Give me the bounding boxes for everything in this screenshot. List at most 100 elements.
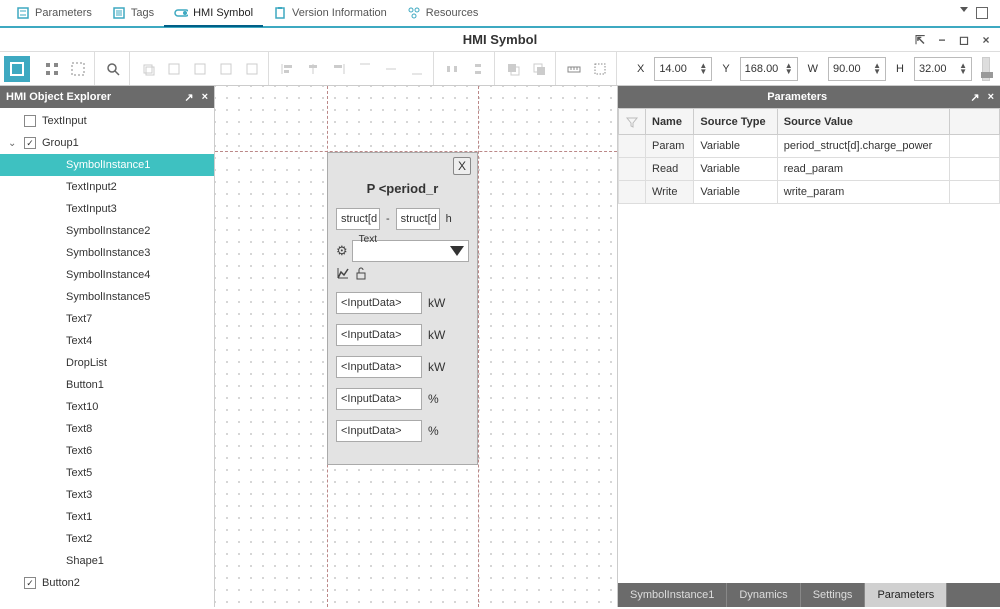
input-data-field[interactable]: <InputData> xyxy=(336,420,422,442)
tree-item[interactable]: SymbolInstance3 xyxy=(0,242,214,264)
tree-item[interactable]: Button2 xyxy=(0,572,214,594)
duplicate-icon[interactable] xyxy=(242,59,262,79)
x-down-icon[interactable]: ▼ xyxy=(699,69,707,75)
cut-icon[interactable] xyxy=(190,59,210,79)
ruler-icon[interactable] xyxy=(564,59,584,79)
col-source-value[interactable]: Source Value xyxy=(777,109,949,135)
popout-icon[interactable]: ↗ xyxy=(184,91,193,104)
w-input[interactable]: 90.00▲▼ xyxy=(828,57,886,81)
distribute-v-icon[interactable] xyxy=(468,59,488,79)
dropdown-icon[interactable] xyxy=(960,7,968,12)
popout-icon[interactable]: ↗ xyxy=(970,91,979,104)
tree-item[interactable]: DropList xyxy=(0,352,214,374)
unlock-icon[interactable] xyxy=(354,266,368,280)
bottom-tab-dynamics[interactable]: Dynamics xyxy=(727,583,800,607)
input-data-field[interactable]: <InputData> xyxy=(336,324,422,346)
tab-parameters[interactable]: Parameters xyxy=(6,0,102,26)
bottom-tab-parameters[interactable]: Parameters xyxy=(865,583,947,607)
symbol-preview[interactable]: X P <period_r struct[d - struct[d h ⚙ Te… xyxy=(327,152,478,465)
time-from-input[interactable]: struct[d xyxy=(336,208,380,230)
tree-item[interactable]: Text3 xyxy=(0,484,214,506)
input-data-field[interactable]: <InputData> xyxy=(336,356,422,378)
symbol-close-button[interactable]: X xyxy=(453,157,471,175)
y-down-icon[interactable]: ▼ xyxy=(785,69,793,75)
h-input[interactable]: 32.00▲▼ xyxy=(914,57,972,81)
tab-resources[interactable]: Resources xyxy=(397,0,489,26)
h-down-icon[interactable]: ▼ xyxy=(959,69,967,75)
tree-item[interactable]: SymbolInstance1 xyxy=(0,154,214,176)
checkbox[interactable] xyxy=(24,577,36,589)
x-input[interactable]: 14.00▲▼ xyxy=(654,57,712,81)
window-icon[interactable] xyxy=(976,7,988,19)
tree-item[interactable]: Text5 xyxy=(0,462,214,484)
design-canvas[interactable]: X P <period_r struct[d - struct[d h ⚙ Te… xyxy=(215,86,617,607)
align-top-icon[interactable] xyxy=(355,59,375,79)
align-middle-icon[interactable] xyxy=(381,59,401,79)
bring-front-icon[interactable] xyxy=(503,59,523,79)
pin-icon[interactable]: ⇱ xyxy=(912,33,928,47)
checkbox[interactable] xyxy=(24,115,36,127)
y-input[interactable]: 168.00▲▼ xyxy=(740,57,798,81)
tree-item[interactable]: SymbolInstance4 xyxy=(0,264,214,286)
input-data-field[interactable]: <InputData> xyxy=(336,292,422,314)
param-type[interactable]: Variable xyxy=(694,135,777,158)
chart-icon[interactable] xyxy=(336,266,350,280)
tab-tags[interactable]: Tags xyxy=(102,0,164,26)
table-row[interactable]: ReadVariableread_param xyxy=(619,158,1000,181)
col-source-type[interactable]: Source Type xyxy=(694,109,777,135)
input-data-field[interactable]: <InputData> xyxy=(336,388,422,410)
tree-item[interactable]: Text1 xyxy=(0,506,214,528)
param-value[interactable]: write_param xyxy=(777,181,949,204)
table-row[interactable]: WriteVariablewrite_param xyxy=(619,181,1000,204)
filter-icon[interactable] xyxy=(619,109,646,135)
tree-item[interactable]: Text4 xyxy=(0,330,214,352)
tree-item[interactable]: Text7 xyxy=(0,308,214,330)
panel-close-icon[interactable]: × xyxy=(988,91,994,104)
tree-item[interactable]: Text2 xyxy=(0,528,214,550)
maximize-icon[interactable]: ◻ xyxy=(956,33,972,47)
align-left-icon[interactable] xyxy=(277,59,297,79)
tree-item[interactable]: Text6 xyxy=(0,440,214,462)
snap-icon[interactable] xyxy=(68,59,88,79)
param-value[interactable]: period_struct[d].charge_power xyxy=(777,135,949,158)
zoom-slider[interactable] xyxy=(982,57,990,81)
text-dropdown[interactable]: Text xyxy=(352,240,469,262)
delete-icon[interactable] xyxy=(216,59,236,79)
copy-icon[interactable] xyxy=(138,59,158,79)
align-bottom-icon[interactable] xyxy=(407,59,427,79)
param-value[interactable]: read_param xyxy=(777,158,949,181)
tree-item[interactable]: TextInput xyxy=(0,110,214,132)
col-name[interactable]: Name xyxy=(646,109,694,135)
param-type[interactable]: Variable xyxy=(694,158,777,181)
paste-icon[interactable] xyxy=(164,59,184,79)
tree-item[interactable]: SymbolInstance5 xyxy=(0,286,214,308)
distribute-h-icon[interactable] xyxy=(442,59,462,79)
w-down-icon[interactable]: ▼ xyxy=(873,69,881,75)
align-center-h-icon[interactable] xyxy=(303,59,323,79)
param-type[interactable]: Variable xyxy=(694,181,777,204)
zoom-icon[interactable] xyxy=(103,59,123,79)
tab-hmi-symbol[interactable]: HMI Symbol xyxy=(164,1,263,27)
checkbox[interactable] xyxy=(24,137,36,149)
explorer-tree[interactable]: TextInput⌄Group1SymbolInstance1TextInput… xyxy=(0,108,214,607)
tree-item[interactable]: TextInput2 xyxy=(0,176,214,198)
chevron-down-icon[interactable]: ⌄ xyxy=(8,138,18,149)
tree-item[interactable]: Text8 xyxy=(0,418,214,440)
table-row[interactable]: ParamVariableperiod_struct[d].charge_pow… xyxy=(619,135,1000,158)
time-to-input[interactable]: struct[d xyxy=(396,208,440,230)
grid-icon[interactable] xyxy=(42,59,62,79)
select-mode-button[interactable] xyxy=(4,56,30,82)
gear-icon[interactable]: ⚙ xyxy=(336,243,348,259)
minimize-icon[interactable]: − xyxy=(934,33,950,47)
tree-item[interactable]: SymbolInstance2 xyxy=(0,220,214,242)
tab-version-info[interactable]: Version Information xyxy=(263,0,397,26)
tree-item[interactable]: Button1 xyxy=(0,374,214,396)
guides-icon[interactable] xyxy=(590,59,610,79)
tree-item[interactable]: Text10 xyxy=(0,396,214,418)
bottom-tab-settings[interactable]: Settings xyxy=(801,583,866,607)
bottom-tab-symbolinstance[interactable]: SymbolInstance1 xyxy=(618,583,727,607)
tree-item[interactable]: ⌄Group1 xyxy=(0,132,214,154)
panel-close-icon[interactable]: × xyxy=(202,91,208,104)
tree-item[interactable]: TextInput3 xyxy=(0,198,214,220)
align-right-icon[interactable] xyxy=(329,59,349,79)
